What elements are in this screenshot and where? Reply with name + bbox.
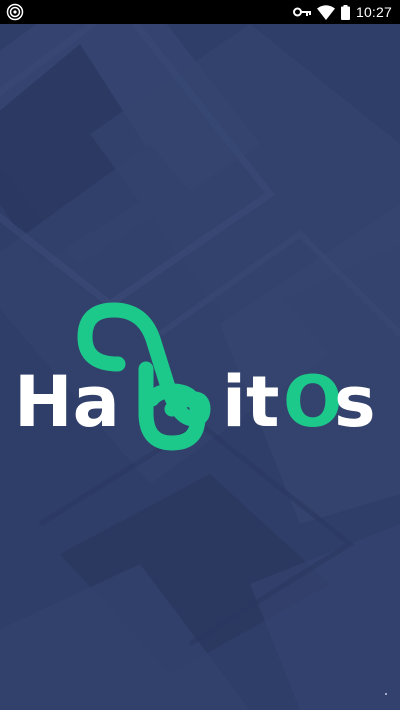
splash-screen: 10:27 Ha it O s — [0, 0, 400, 710]
logo-text-s: s — [334, 361, 376, 443]
logo-text-it: it — [222, 361, 280, 443]
status-bar: 10:27 — [0, 0, 400, 24]
app-logo: Ha it O s — [0, 24, 400, 710]
battery-icon — [340, 4, 350, 20]
logo-infinity-b-mark — [77, 302, 211, 451]
hotspot-icon — [6, 3, 24, 21]
wifi-icon — [316, 4, 335, 20]
status-time: 10:27 — [355, 4, 392, 20]
corner-dot — [385, 693, 387, 695]
vpn-key-icon — [292, 7, 311, 17]
